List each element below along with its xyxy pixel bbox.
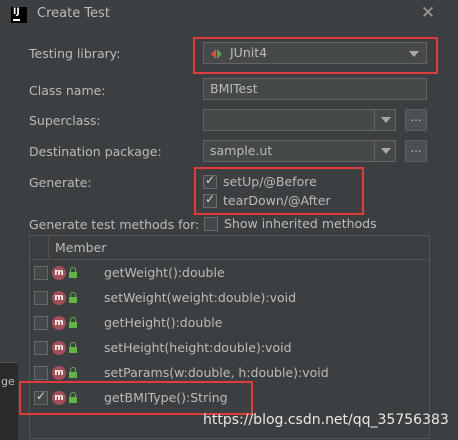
intellij-icon (11, 7, 27, 23)
setup-label[interactable]: setUp/@Before (223, 174, 317, 189)
method-icon: m (52, 316, 66, 330)
superclass-label: Superclass: (29, 113, 101, 128)
table-row[interactable]: m getBMIType():String (30, 386, 429, 411)
members-table: Member m getWeight():double m setWeight(… (29, 235, 430, 439)
method-name: setParams(w:double, h:double):void (104, 365, 329, 380)
method-icon: m (52, 366, 66, 380)
lock-icon (69, 317, 77, 328)
show-inherited-checkbox[interactable] (204, 217, 218, 231)
row-checkbox[interactable] (34, 316, 48, 330)
destination-package-value: sample.ut (210, 143, 273, 158)
background-window-edge: ge (0, 362, 18, 440)
method-icon: m (52, 341, 66, 355)
superclass-value (204, 112, 210, 127)
lock-icon (69, 392, 77, 403)
method-name: getWeight():double (104, 265, 225, 280)
generate-label: Generate: (29, 175, 92, 190)
method-icon: m (52, 266, 66, 280)
member-column-header[interactable]: Member (55, 240, 106, 255)
method-name: setWeight(weight:double):void (104, 290, 297, 305)
destination-package-combobox[interactable]: sample.ut (203, 140, 396, 162)
testing-library-value: JUnit4 (230, 45, 268, 60)
method-icon: m (52, 391, 66, 405)
row-checkbox[interactable] (34, 266, 48, 280)
testing-library-label: Testing library: (29, 46, 121, 61)
superclass-combobox[interactable] (203, 109, 396, 131)
superclass-browse-button[interactable]: ... (405, 109, 427, 131)
table-row[interactable]: m setHeight(height:double):void (30, 336, 429, 361)
junit-icon (211, 49, 223, 59)
row-checkbox[interactable] (34, 389, 48, 405)
table-row[interactable]: m getWeight():double (30, 261, 429, 286)
destination-dropdown-arrow[interactable] (374, 140, 396, 162)
lock-icon (69, 292, 77, 303)
row-checkbox[interactable] (34, 341, 48, 355)
superclass-dropdown-arrow[interactable] (374, 109, 396, 131)
watermark: https://blog.csdn.net/qq_35756383 (203, 412, 449, 428)
lock-icon (69, 267, 77, 278)
show-inherited-label[interactable]: Show inherited methods (224, 216, 377, 231)
members-header: Member (30, 236, 429, 260)
generate-methods-label: Generate test methods for: (29, 217, 200, 232)
method-name: getHeight():double (104, 315, 223, 330)
lock-icon (69, 342, 77, 353)
lock-icon (69, 367, 77, 378)
class-name-label: Class name: (29, 83, 106, 98)
teardown-label[interactable]: tearDown/@After (223, 193, 331, 208)
table-row[interactable]: m getHeight():double (30, 311, 429, 336)
header-checkbox-column[interactable] (30, 236, 49, 259)
close-icon[interactable]: ✕ (419, 4, 437, 22)
destination-package-label: Destination package: (29, 144, 162, 159)
row-checkbox[interactable] (34, 291, 48, 305)
dialog-title: Create Test (37, 6, 110, 21)
table-row[interactable]: m setWeight(weight:double):void (30, 286, 429, 311)
chevron-down-icon (409, 51, 419, 57)
teardown-checkbox[interactable] (203, 192, 217, 208)
title-bar: Create Test ✕ (0, 0, 458, 29)
setup-checkbox[interactable] (203, 173, 217, 189)
testing-library-dropdown[interactable]: JUnit4 (203, 42, 427, 64)
method-icon: m (52, 291, 66, 305)
table-row[interactable]: m setParams(w:double, h:double):void (30, 361, 429, 386)
method-name: setHeight(height:double):void (104, 340, 292, 355)
class-name-input[interactable]: BMITest (203, 78, 427, 100)
destination-browse-button[interactable]: ... (405, 140, 427, 162)
method-name: getBMIType():String (104, 390, 228, 405)
row-checkbox[interactable] (34, 366, 48, 380)
background-window-text: ge (1, 375, 15, 388)
